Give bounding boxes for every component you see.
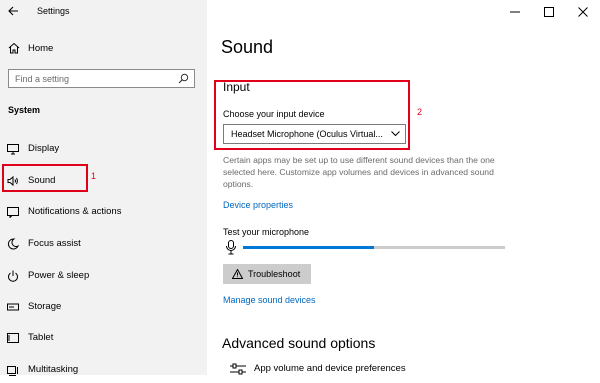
page-title: Sound [221, 37, 274, 57]
sidebar-item-notifications[interactable]: Notifications & actions [0, 197, 207, 225]
input-device-dropdown[interactable]: Headset Microphone (Oculus Virtual... [223, 124, 406, 144]
close-icon [578, 7, 588, 17]
close-button[interactable] [566, 0, 600, 24]
sidebar-item-storage[interactable]: Storage [0, 292, 207, 320]
sidebar-item-label: Multitasking [28, 364, 79, 375]
back-button[interactable] [6, 4, 22, 20]
input-description: Certain apps may be set up to use differ… [223, 155, 495, 189]
sidebar-item-tablet[interactable]: Tablet [0, 323, 207, 351]
app-volume-preferences-link[interactable]: App volume and device preferences [230, 363, 430, 375]
annotation-marker-1: 1 [91, 171, 97, 181]
sidebar-item-label: Focus assist [28, 238, 81, 249]
maximize-icon [544, 7, 554, 17]
troubleshoot-button[interactable]: Troubleshoot [223, 264, 311, 284]
home-icon [8, 42, 20, 54]
moon-icon [7, 238, 19, 250]
sidebar-item-display[interactable]: Display [0, 134, 207, 162]
manage-sound-devices-link[interactable]: Manage sound devices [223, 295, 316, 305]
section-label-system: System [8, 105, 41, 115]
annotation-box-1 [2, 164, 88, 192]
mic-test-label: Test your microphone [223, 227, 310, 237]
sidebar-item-focus-assist[interactable]: Focus assist [0, 229, 207, 257]
storage-icon [7, 303, 19, 311]
sidebar-item-label: Storage [28, 301, 62, 312]
maximize-button[interactable] [532, 0, 566, 24]
input-device-label: Choose your input device [223, 109, 325, 119]
app-title: Settings [37, 6, 70, 16]
sidebar-item-label: Notifications & actions [28, 206, 122, 217]
multitasking-icon [7, 366, 18, 376]
sliders-icon [230, 363, 246, 375]
back-arrow-icon [8, 6, 18, 16]
minimize-button[interactable] [498, 0, 532, 24]
window-controls [498, 0, 600, 24]
sidebar: Settings Home Find a setting System Disp… [0, 0, 207, 376]
minimize-icon [510, 11, 520, 13]
advanced-sound-options-heading: Advanced sound options [222, 335, 376, 351]
sidebar-item-label: Display [28, 143, 60, 154]
warning-icon [232, 269, 243, 279]
chevron-down-icon [391, 131, 400, 137]
search-icon[interactable] [178, 73, 189, 84]
home-label: Home [28, 43, 54, 54]
sidebar-home[interactable]: Home [0, 38, 207, 60]
search-input[interactable]: Find a setting [8, 69, 195, 88]
mic-level-fill [243, 246, 374, 249]
annotation-marker-2: 2 [417, 107, 423, 117]
sidebar-item-label: Power & sleep [28, 270, 90, 281]
power-icon [8, 270, 18, 282]
input-device-value: Headset Microphone (Oculus Virtual... [231, 129, 383, 139]
device-properties-link[interactable]: Device properties [223, 200, 293, 210]
title-bar: Settings [0, 0, 207, 24]
sidebar-item-power-sleep[interactable]: Power & sleep [0, 261, 207, 289]
monitor-icon [7, 144, 19, 155]
mic-level-meter [243, 246, 505, 249]
sidebar-item-multitasking[interactable]: Multitasking [0, 355, 207, 383]
troubleshoot-label: Troubleshoot [248, 269, 301, 279]
tablet-icon [7, 333, 19, 343]
microphone-icon [226, 240, 236, 255]
search-placeholder: Find a setting [15, 74, 70, 84]
input-section-heading: Input [223, 80, 250, 94]
app-volume-label: App volume and device preferences [254, 363, 406, 374]
notification-icon [7, 207, 19, 218]
sidebar-item-label: Tablet [28, 332, 54, 343]
